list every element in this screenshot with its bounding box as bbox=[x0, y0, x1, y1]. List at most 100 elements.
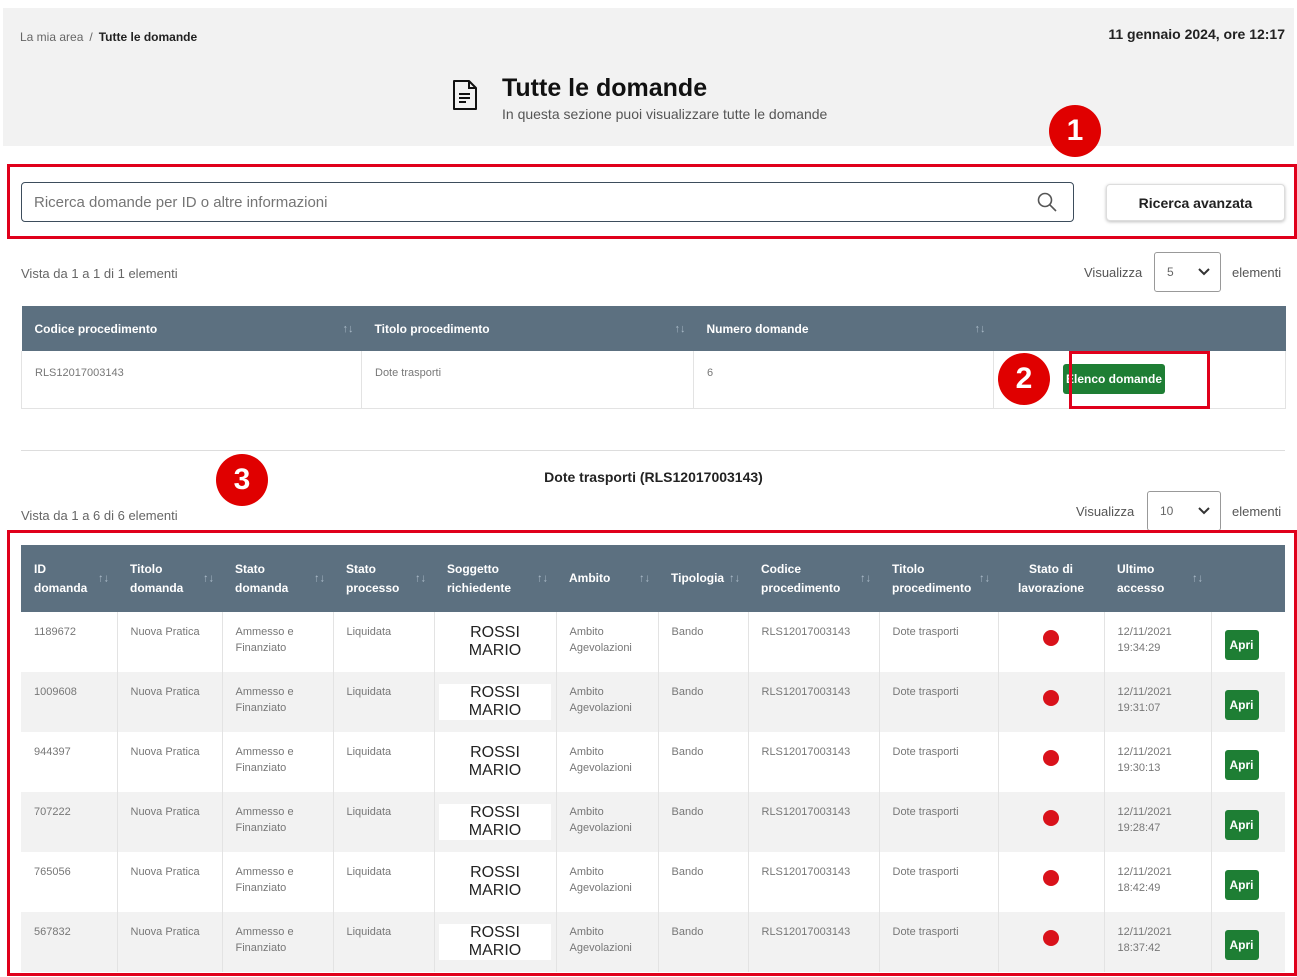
cell-stato-domanda: Ammesso e Finanziato bbox=[222, 672, 334, 732]
cell-stato-domanda: Ammesso e Finanziato bbox=[222, 732, 334, 792]
breadcrumb-home-link[interactable]: La mia area bbox=[20, 30, 83, 44]
cell-ultimo-accesso: 12/11/2021 18:37:42 bbox=[1104, 912, 1212, 972]
apri-button[interactable]: Apri bbox=[1224, 750, 1259, 780]
applicant-name: ROSSI MARIO bbox=[439, 744, 552, 780]
cell-line: Finanziato bbox=[235, 702, 287, 714]
cell-id-domanda: 1009608 bbox=[21, 672, 118, 732]
cell-line: Ambito bbox=[569, 866, 604, 878]
column-header-numero-domande[interactable]: Numero domande ↑↓ bbox=[693, 306, 994, 351]
procedures-elements-label: elementi bbox=[1232, 265, 1282, 280]
cell-stato-domanda: Ammesso e Finanziato bbox=[222, 612, 334, 672]
cell-soggetto-richiedente: ROSSI MARIO bbox=[434, 912, 557, 972]
cell-line: Finanziato bbox=[235, 762, 287, 774]
column-label: Ambito bbox=[569, 571, 611, 585]
column-header-ultimo-accesso[interactable]: Ultimo accesso ↑↓ bbox=[1104, 545, 1211, 612]
column-header-stato-processo[interactable]: Stato processo ↑↓ bbox=[333, 545, 434, 612]
cell-stato-processo: Liquidata bbox=[333, 732, 435, 792]
cell-titolo-procedimento: Dote trasporti bbox=[879, 732, 999, 792]
column-label: procedimento bbox=[761, 580, 841, 595]
column-label: richiedente bbox=[447, 580, 512, 595]
cell-numero: 6 bbox=[693, 351, 994, 409]
procedures-page-size-select[interactable]: 5 bbox=[1154, 252, 1221, 292]
highlight-box-elenco-domande bbox=[1069, 351, 1210, 409]
procedures-count-info: Vista da 1 a 1 di 1 elementi bbox=[21, 266, 178, 281]
sort-icon[interactable]: ↑↓ bbox=[98, 569, 109, 588]
cell-codice-procedimento: RLS12017003143 bbox=[748, 792, 880, 852]
cell-stato-lavorazione bbox=[998, 672, 1105, 732]
column-label: Ultimo bbox=[1117, 561, 1155, 576]
cell-line: Ammesso e bbox=[235, 626, 294, 638]
cell-id-domanda: 1189672 bbox=[21, 612, 118, 672]
cell-line: MARIO bbox=[468, 642, 522, 659]
cell-line: ROSSI bbox=[470, 864, 520, 881]
column-header-titolo-procedimento[interactable]: Titolo procedimento ↑↓ bbox=[361, 306, 694, 351]
cell-titolo: Dote trasporti bbox=[361, 351, 694, 409]
applicant-name: ROSSI MARIO bbox=[438, 684, 552, 720]
sort-icon[interactable]: ↑↓ bbox=[415, 569, 426, 588]
search-icon[interactable] bbox=[1037, 192, 1057, 212]
column-header-soggetto-richiedente[interactable]: Soggetto richiedente ↑↓ bbox=[434, 545, 556, 612]
cell-line: Ambito bbox=[569, 626, 604, 638]
column-header-id-domanda[interactable]: ID domanda ↑↓ bbox=[21, 545, 117, 612]
column-label: processo bbox=[346, 580, 400, 595]
apri-button[interactable]: Apri bbox=[1224, 930, 1259, 960]
applications-page-size-select[interactable]: 10 bbox=[1147, 491, 1221, 531]
cell-line: Ammesso e bbox=[235, 926, 294, 938]
cell-line: Finanziato bbox=[235, 642, 287, 654]
cell-stato-processo: Liquidata bbox=[333, 792, 435, 852]
apri-button[interactable]: Apri bbox=[1224, 870, 1259, 900]
sort-icon[interactable]: ↑↓ bbox=[979, 569, 990, 588]
cell-line: 18:37:42 bbox=[1117, 942, 1161, 954]
cell-tipologia: Bando bbox=[658, 912, 749, 972]
cell-id-domanda: 567832 bbox=[21, 912, 118, 972]
cell-tipologia: Bando bbox=[658, 792, 749, 852]
cell-ultimo-accesso: 12/11/2021 19:34:29 bbox=[1104, 612, 1212, 672]
column-header-codice-procedimento[interactable]: Codice procedimento ↑↓ bbox=[21, 306, 362, 351]
column-label: Codice procedimento bbox=[34, 321, 158, 336]
current-datetime: 11 gennaio 2024, ore 12:17 bbox=[1108, 26, 1285, 42]
column-header-stato-lavorazione: Stato di lavorazione bbox=[998, 545, 1104, 612]
sort-icon[interactable]: ↑↓ bbox=[860, 569, 871, 588]
cell-titolo-domanda: Nuova Pratica bbox=[117, 852, 223, 912]
column-label: Soggetto bbox=[447, 561, 499, 576]
sort-icon[interactable]: ↑↓ bbox=[1192, 569, 1203, 588]
apri-button[interactable]: Apri bbox=[1224, 690, 1259, 720]
column-header-titolo-domanda[interactable]: Titolo domanda ↑↓ bbox=[117, 545, 222, 612]
cell-stato-processo: Liquidata bbox=[333, 612, 435, 672]
sort-icon[interactable]: ↑↓ bbox=[675, 323, 686, 335]
column-header-titolo-procedimento[interactable]: Titolo procedimento ↑↓ bbox=[879, 545, 998, 612]
cell-line: 19:28:47 bbox=[1117, 822, 1161, 834]
cell-ambito: Ambito Agevolazioni bbox=[556, 912, 659, 972]
column-header-ambito[interactable]: Ambito ↑↓ bbox=[556, 545, 658, 612]
apri-button[interactable]: Apri bbox=[1224, 630, 1259, 660]
cell-line: Finanziato bbox=[235, 822, 287, 834]
search-box[interactable] bbox=[21, 182, 1074, 222]
procedures-show-label: Visualizza bbox=[1084, 265, 1143, 280]
cell-stato-domanda: Ammesso e Finanziato bbox=[222, 852, 334, 912]
cell-titolo-domanda: Nuova Pratica bbox=[117, 912, 223, 972]
column-label: domanda bbox=[235, 580, 289, 595]
cell-stato-domanda: Ammesso e Finanziato bbox=[222, 912, 334, 972]
section-title: Dote trasporti (RLS12017003143) bbox=[544, 469, 763, 485]
cell-line: Ambito bbox=[569, 746, 604, 758]
sort-icon[interactable]: ↑↓ bbox=[314, 569, 325, 588]
cell-stato-lavorazione bbox=[998, 732, 1105, 792]
sort-icon[interactable]: ↑↓ bbox=[639, 569, 650, 588]
column-header-tipologia[interactable]: Tipologia ↑↓ bbox=[658, 545, 748, 612]
breadcrumb: La mia area / Tutte le domande bbox=[20, 30, 197, 44]
sort-icon[interactable]: ↑↓ bbox=[343, 323, 354, 335]
sort-icon[interactable]: ↑↓ bbox=[975, 323, 986, 335]
column-header-codice-procedimento[interactable]: Codice procedimento ↑↓ bbox=[748, 545, 879, 612]
cell-ultimo-accesso: 12/11/2021 19:31:07 bbox=[1104, 672, 1212, 732]
sort-icon[interactable]: ↑↓ bbox=[203, 569, 214, 588]
advanced-search-button[interactable]: Ricerca avanzata bbox=[1106, 184, 1285, 221]
apri-button[interactable]: Apri bbox=[1224, 810, 1259, 840]
column-label: Stato di bbox=[1029, 561, 1073, 576]
sort-icon[interactable]: ↑↓ bbox=[537, 569, 548, 588]
column-label: lavorazione bbox=[1017, 580, 1085, 595]
cell-tipologia: Bando bbox=[658, 612, 749, 672]
search-input[interactable] bbox=[22, 183, 1012, 221]
column-header-stato-domanda[interactable]: Stato domanda ↑↓ bbox=[222, 545, 333, 612]
sort-icon[interactable]: ↑↓ bbox=[729, 569, 740, 588]
cell-soggetto-richiedente: ROSSI MARIO bbox=[434, 852, 557, 912]
